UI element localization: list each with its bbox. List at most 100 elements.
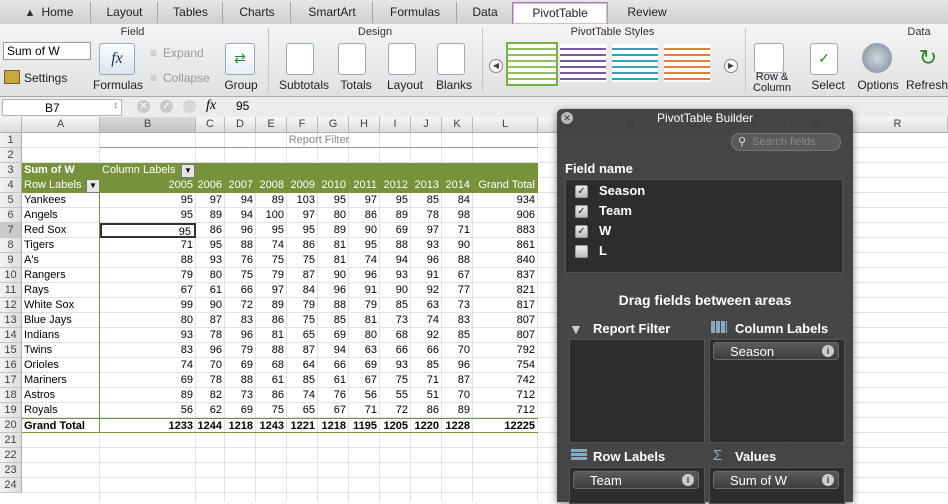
value-cell[interactable]: 81 xyxy=(318,253,349,268)
row-label[interactable]: Orioles xyxy=(22,358,100,373)
value-cell[interactable]: 70 xyxy=(442,388,473,403)
value-cell[interactable]: 95 xyxy=(100,208,196,223)
refresh-button[interactable]: Refresh xyxy=(906,78,948,92)
value-cell[interactable]: 67 xyxy=(442,268,473,283)
value-cell[interactable]: 95 xyxy=(349,238,380,253)
value-cell[interactable]: 94 xyxy=(225,208,256,223)
value-cell[interactable]: 88 xyxy=(256,343,287,358)
column-header[interactable]: A xyxy=(22,117,100,133)
value-cell[interactable]: 69 xyxy=(225,358,256,373)
value-cell[interactable]: 70 xyxy=(196,358,225,373)
value-cell[interactable]: 84 xyxy=(442,193,473,208)
row-field-pill[interactable]: Team i xyxy=(573,471,699,489)
value-cell[interactable]: 98 xyxy=(442,208,473,223)
grand-total-sum[interactable]: 12225 xyxy=(473,418,538,433)
value-cell[interactable]: 74 xyxy=(411,313,442,328)
value-cell[interactable]: 75 xyxy=(287,313,318,328)
name-box-stepper-icon[interactable]: ↕ xyxy=(114,100,119,110)
value-cell[interactable]: 74 xyxy=(256,238,287,253)
row-total-cell[interactable]: 817 xyxy=(473,298,538,313)
column-header[interactable]: F xyxy=(287,117,318,133)
value-cell[interactable]: 75 xyxy=(225,268,256,283)
value-cell[interactable]: 72 xyxy=(225,298,256,313)
value-cell[interactable]: 75 xyxy=(256,253,287,268)
value-cell[interactable]: 71 xyxy=(411,373,442,388)
value-cell[interactable]: 75 xyxy=(256,403,287,418)
layout-button[interactable]: Layout xyxy=(386,78,424,92)
value-cell[interactable]: 86 xyxy=(196,223,225,238)
row-total-cell[interactable]: 861 xyxy=(473,238,538,253)
value-cell[interactable]: 96 xyxy=(411,253,442,268)
row-total-cell[interactable]: 840 xyxy=(473,253,538,268)
value-cell[interactable]: 56 xyxy=(100,403,196,418)
formula-value[interactable]: 95 xyxy=(236,99,249,113)
value-cell[interactable]: 71 xyxy=(349,403,380,418)
row-header[interactable]: 5 xyxy=(0,193,22,208)
value-cell[interactable]: 86 xyxy=(256,388,287,403)
row-filter-dropdown-icon[interactable]: ▼ xyxy=(86,179,100,193)
value-cell[interactable]: 81 xyxy=(349,313,380,328)
row-label[interactable]: Tigers xyxy=(22,238,100,253)
value-cell[interactable]: 80 xyxy=(349,328,380,343)
totals-button[interactable]: Totals xyxy=(338,78,374,92)
value-cell[interactable]: 88 xyxy=(225,373,256,388)
value-cell[interactable]: 72 xyxy=(380,403,411,418)
column-header[interactable]: B xyxy=(100,117,196,133)
row-label[interactable]: Angels xyxy=(22,208,100,223)
value-cell[interactable]: 69 xyxy=(349,358,380,373)
fx-label[interactable]: fx xyxy=(206,98,216,114)
row-header[interactable]: 24 xyxy=(0,478,22,493)
value-cell[interactable]: 87 xyxy=(196,313,225,328)
value-cell[interactable]: 93 xyxy=(411,238,442,253)
row-label[interactable]: A's xyxy=(22,253,100,268)
value-cell[interactable]: 81 xyxy=(256,328,287,343)
value-cell[interactable]: 93 xyxy=(380,358,411,373)
value-cell[interactable]: 88 xyxy=(100,253,196,268)
value-cell[interactable]: 79 xyxy=(100,268,196,283)
value-cell[interactable]: 89 xyxy=(380,208,411,223)
expand-button[interactable]: ≡ Expand xyxy=(150,46,212,60)
select-button[interactable]: Select xyxy=(810,78,846,92)
value-cell[interactable]: 93 xyxy=(196,253,225,268)
value-cell[interactable]: 76 xyxy=(225,253,256,268)
info-icon[interactable]: i xyxy=(822,345,834,357)
style-swatch-green[interactable] xyxy=(506,42,558,86)
row-total-cell[interactable]: 792 xyxy=(473,343,538,358)
value-cell[interactable]: 78 xyxy=(196,373,225,388)
value-cell[interactable]: 88 xyxy=(225,238,256,253)
gallery-next-button[interactable]: ▶ xyxy=(724,59,738,73)
value-cell[interactable]: 78 xyxy=(196,328,225,343)
value-cell[interactable]: 79 xyxy=(349,298,380,313)
value-cell[interactable]: 85 xyxy=(442,328,473,343)
tab-smartart[interactable]: SmartArt xyxy=(290,2,373,23)
tab-pivottable[interactable]: PivotTable xyxy=(512,2,608,24)
value-cell[interactable]: 83 xyxy=(442,313,473,328)
enter-icon[interactable]: ✓ xyxy=(160,100,173,113)
value-cell[interactable]: 90 xyxy=(318,268,349,283)
value-cell[interactable]: 69 xyxy=(225,403,256,418)
value-cell[interactable]: 79 xyxy=(256,268,287,283)
value-cell[interactable]: 89 xyxy=(256,193,287,208)
value-cell[interactable]: 73 xyxy=(380,313,411,328)
grand-total-cell[interactable]: 1221 xyxy=(287,418,318,433)
row-header[interactable]: 9 xyxy=(0,253,22,268)
value-cell[interactable]: 97 xyxy=(196,193,225,208)
gallery-prev-button[interactable]: ◀ xyxy=(489,59,503,73)
value-cell[interactable]: 65 xyxy=(287,328,318,343)
tab-tables[interactable]: Tables xyxy=(157,2,223,23)
value-cell[interactable]: 87 xyxy=(287,268,318,283)
value-cell[interactable]: 89 xyxy=(196,208,225,223)
value-cell[interactable]: 69 xyxy=(380,223,411,238)
value-cell[interactable]: 66 xyxy=(225,283,256,298)
row-header[interactable]: 10 xyxy=(0,268,22,283)
field-checkbox[interactable]: ✓ xyxy=(575,225,588,238)
value-cell[interactable]: 103 xyxy=(287,193,318,208)
name-box[interactable]: B7 ↕ xyxy=(2,99,122,116)
column-header[interactable]: E xyxy=(256,117,287,133)
row-label[interactable]: Red Sox xyxy=(22,223,100,238)
value-cell[interactable]: 95 xyxy=(100,193,196,208)
column-header[interactable]: C xyxy=(196,117,225,133)
row-header[interactable]: 13 xyxy=(0,313,22,328)
row-total-cell[interactable]: 712 xyxy=(473,403,538,418)
row-header[interactable]: 20 xyxy=(0,418,22,433)
